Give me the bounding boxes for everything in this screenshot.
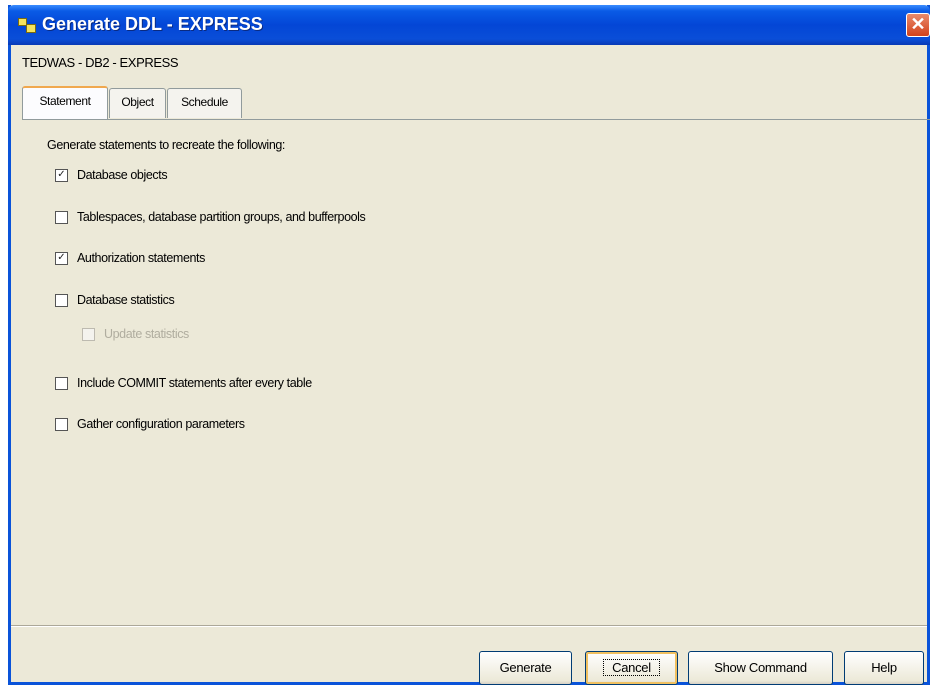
show-command-button[interactable]: Show Command bbox=[688, 651, 833, 685]
statement-intro: Generate statements to recreate the foll… bbox=[47, 138, 285, 152]
cancel-button-label: Cancel bbox=[603, 659, 660, 676]
include-commit-label: Include COMMIT statements after every ta… bbox=[77, 376, 312, 390]
update-statistics-label: Update statistics bbox=[104, 327, 189, 341]
help-button[interactable]: Help bbox=[844, 651, 924, 685]
tab-schedule[interactable]: Schedule bbox=[167, 88, 242, 118]
title-bar[interactable]: Generate DDL - EXPRESS ✕ bbox=[8, 5, 930, 45]
gather-configuration-checkbox[interactable] bbox=[55, 418, 68, 431]
database-objects-label: Database objects bbox=[77, 168, 168, 182]
checkmark-icon: ✓ bbox=[57, 169, 66, 180]
dialog-window: Generate DDL - EXPRESS ✕ TEDWAS - DB2 - … bbox=[8, 5, 930, 685]
tab-statement[interactable]: Statement bbox=[22, 86, 108, 119]
database-objects-checkbox[interactable]: ✓ bbox=[55, 169, 68, 182]
authorization-statements-label: Authorization statements bbox=[77, 251, 205, 265]
window-title: Generate DDL - EXPRESS bbox=[42, 14, 263, 34]
database-statistics-label: Database statistics bbox=[77, 293, 175, 307]
close-icon[interactable]: ✕ bbox=[906, 13, 930, 37]
tablespaces-checkbox[interactable] bbox=[55, 211, 68, 224]
tablespaces-label: Tablespaces, database partition groups, … bbox=[77, 210, 366, 224]
checkmark-icon: ✓ bbox=[57, 252, 66, 263]
tab-object[interactable]: Object bbox=[109, 88, 166, 118]
footer-divider bbox=[11, 625, 927, 627]
include-commit-checkbox[interactable] bbox=[55, 377, 68, 390]
statement-panel bbox=[22, 119, 930, 625]
generate-ddl-icon bbox=[18, 18, 36, 33]
database-statistics-checkbox[interactable] bbox=[55, 294, 68, 307]
update-statistics-checkbox bbox=[82, 328, 95, 341]
breadcrumb: TEDWAS - DB2 - EXPRESS bbox=[22, 55, 179, 70]
generate-button[interactable]: Generate bbox=[479, 651, 572, 685]
cancel-button[interactable]: Cancel bbox=[585, 651, 678, 685]
authorization-statements-checkbox[interactable]: ✓ bbox=[55, 252, 68, 265]
gather-configuration-label: Gather configuration parameters bbox=[77, 417, 245, 431]
